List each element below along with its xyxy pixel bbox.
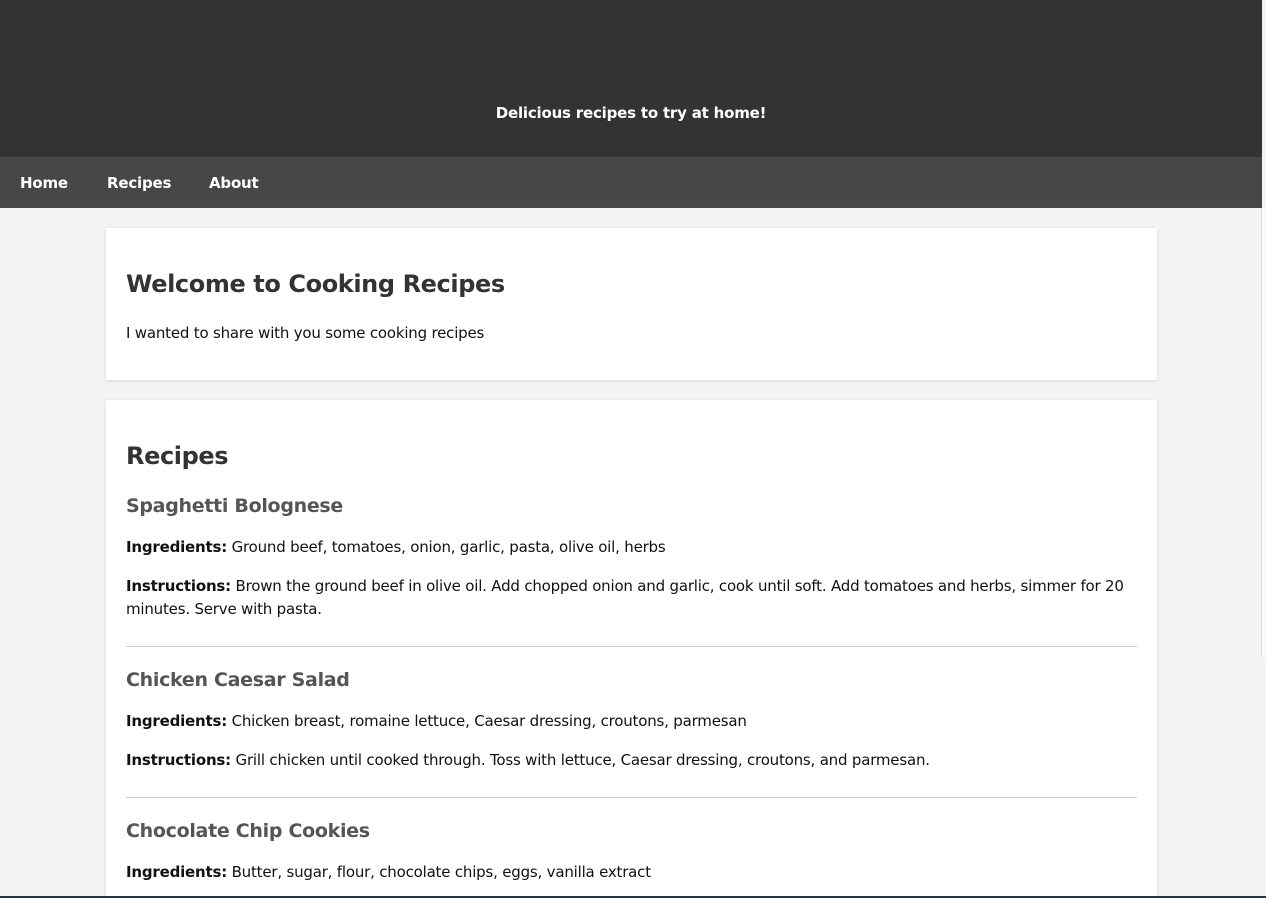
ingredients-text: Ground beef, tomatoes, onion, garlic, pa… xyxy=(231,538,666,556)
recipe-divider xyxy=(126,797,1137,798)
instructions-label: Instructions: xyxy=(126,577,231,595)
nav-link-about[interactable]: About xyxy=(209,174,259,192)
instructions-label: Instructions: xyxy=(126,751,231,769)
recipes-title: Recipes xyxy=(126,442,229,470)
scrollbar-track[interactable] xyxy=(1261,208,1266,658)
recipe-ingredients: Ingredients: Ground beef, tomatoes, onio… xyxy=(126,536,1138,559)
recipe-ingredients: Ingredients: Butter, sugar, flour, choco… xyxy=(126,861,1138,884)
ingredients-label: Ingredients: xyxy=(126,863,227,881)
page: Delicious recipes to try at home! Home R… xyxy=(0,0,1266,898)
ingredients-label: Ingredients: xyxy=(126,538,227,556)
nav-link-recipes[interactable]: Recipes xyxy=(107,174,171,192)
ingredients-text: Chicken breast, romaine lettuce, Caesar … xyxy=(231,712,747,730)
welcome-section: Welcome to Cooking Recipes I wanted to s… xyxy=(106,228,1157,380)
welcome-title: Welcome to Cooking Recipes xyxy=(126,270,505,298)
instructions-text: Brown the ground beef in olive oil. Add … xyxy=(126,577,1124,618)
recipe-title: Chocolate Chip Cookies xyxy=(126,820,370,842)
recipe-title: Chicken Caesar Salad xyxy=(126,669,350,691)
site-tagline: Delicious recipes to try at home! xyxy=(495,104,767,122)
recipe-divider xyxy=(126,646,1137,647)
welcome-text: I wanted to share with you some cooking … xyxy=(126,324,485,342)
recipe-instructions: Instructions: Brown the ground beef in o… xyxy=(126,575,1138,621)
main-nav: Home Recipes About xyxy=(0,157,1262,208)
recipe-instructions: Instructions: Grill chicken until cooked… xyxy=(126,749,1138,772)
recipe-title: Spaghetti Bolognese xyxy=(126,495,344,517)
nav-link-home[interactable]: Home xyxy=(20,174,68,192)
site-header: Delicious recipes to try at home! xyxy=(0,0,1262,157)
recipes-section: Recipes Spaghetti Bolognese Ingredients:… xyxy=(106,400,1157,898)
recipe-ingredients: Ingredients: Chicken breast, romaine let… xyxy=(126,710,1138,733)
instructions-text: Grill chicken until cooked through. Toss… xyxy=(235,751,930,769)
ingredients-label: Ingredients: xyxy=(126,712,227,730)
ingredients-text: Butter, sugar, flour, chocolate chips, e… xyxy=(231,863,652,881)
